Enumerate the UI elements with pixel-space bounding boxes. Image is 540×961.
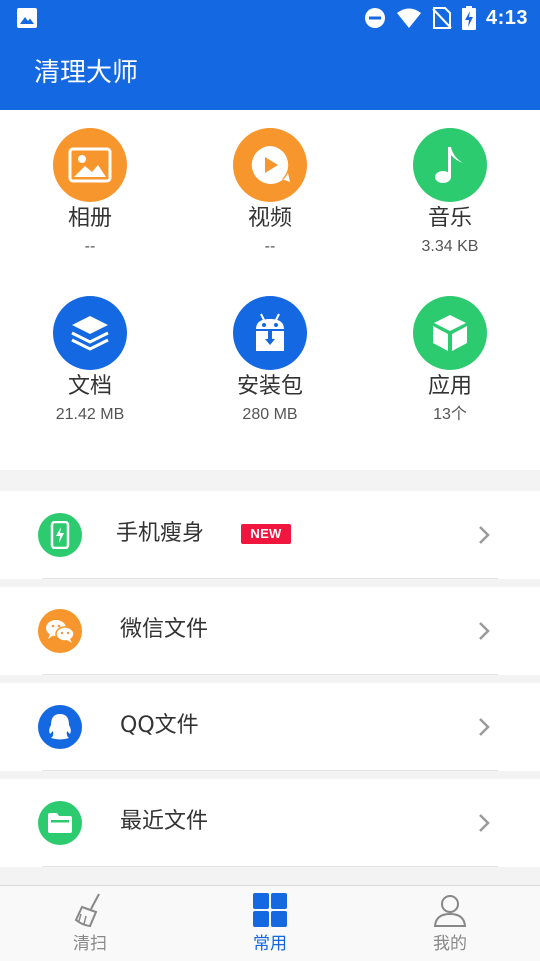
divider xyxy=(42,770,498,771)
category-size: -- xyxy=(264,238,276,255)
broom-icon xyxy=(74,893,100,928)
app-header: 4:13 清理大师 xyxy=(0,0,540,110)
category-size: 21.42 MB xyxy=(55,406,125,423)
tab-label: 我的 xyxy=(433,934,467,954)
image-icon xyxy=(53,128,127,202)
category-label: 相册 xyxy=(67,206,112,231)
tab-mine[interactable]: 我的 xyxy=(360,886,540,961)
video-play-icon xyxy=(233,128,307,202)
category-label: 视频 xyxy=(247,206,292,231)
chevron-right-icon xyxy=(479,526,490,544)
tab-label: 常用 xyxy=(253,934,287,954)
wifi-icon xyxy=(396,8,421,28)
category-label: 应用 xyxy=(427,374,472,399)
user-icon xyxy=(433,895,467,927)
wechat-icon xyxy=(38,609,82,653)
divider xyxy=(42,866,498,867)
list-item-label: 最近文件 xyxy=(120,809,209,834)
chevron-right-icon xyxy=(479,814,490,832)
category-apks[interactable]: 安装包 280 MB xyxy=(180,296,360,446)
category-grid: 相册 -- 视频 -- 音乐 3.34 KB 文档 21.42 MB 安装包 2… xyxy=(0,110,540,470)
tab-common[interactable]: 常用 xyxy=(180,886,360,961)
battery-charging-icon xyxy=(461,6,476,30)
status-bar: 4:13 xyxy=(0,0,540,36)
do-not-disturb-icon xyxy=(364,8,385,28)
list-item-qq-files[interactable]: QQ文件 xyxy=(0,683,540,771)
category-apps[interactable]: 应用 13个 xyxy=(360,296,540,446)
page-title: 清理大师 xyxy=(34,58,139,88)
category-size: -- xyxy=(84,238,96,255)
gallery-notification-icon xyxy=(17,8,37,28)
status-time: 4:13 xyxy=(485,6,528,29)
music-note-icon xyxy=(413,128,487,202)
category-label: 文档 xyxy=(67,374,112,399)
list-item-recent-files[interactable]: 最近文件 xyxy=(0,779,540,867)
category-documents[interactable]: 文档 21.42 MB xyxy=(0,296,180,446)
layers-icon xyxy=(53,296,127,370)
bottom-nav: 清扫 常用 我的 xyxy=(0,885,540,961)
chevron-right-icon xyxy=(479,718,490,736)
new-badge: NEW xyxy=(241,524,291,544)
android-package-icon xyxy=(233,296,307,370)
divider xyxy=(42,674,498,675)
category-videos[interactable]: 视频 -- xyxy=(180,128,360,278)
category-size: 13个 xyxy=(433,406,467,423)
tab-label: 清扫 xyxy=(73,934,107,954)
chevron-right-icon xyxy=(479,622,490,640)
tab-clean[interactable]: 清扫 xyxy=(0,886,180,961)
category-size: 280 MB xyxy=(242,406,298,423)
cube-icon xyxy=(413,296,487,370)
divider xyxy=(42,578,498,579)
no-sim-icon xyxy=(432,7,452,29)
phone-slim-icon xyxy=(38,513,82,557)
folder-icon xyxy=(38,801,82,845)
list-item-label: 手机瘦身 xyxy=(116,521,205,546)
category-music[interactable]: 音乐 3.34 KB xyxy=(360,128,540,278)
list-item-wechat-files[interactable]: 微信文件 xyxy=(0,587,540,675)
qq-icon xyxy=(38,705,82,749)
category-size: 3.34 KB xyxy=(421,238,479,255)
list-item-label: 微信文件 xyxy=(120,617,209,642)
grid-icon xyxy=(253,893,287,927)
category-label: 音乐 xyxy=(427,206,472,231)
category-photos[interactable]: 相册 -- xyxy=(0,128,180,278)
category-label: 安装包 xyxy=(236,374,303,399)
list-item-label: QQ文件 xyxy=(120,713,199,738)
